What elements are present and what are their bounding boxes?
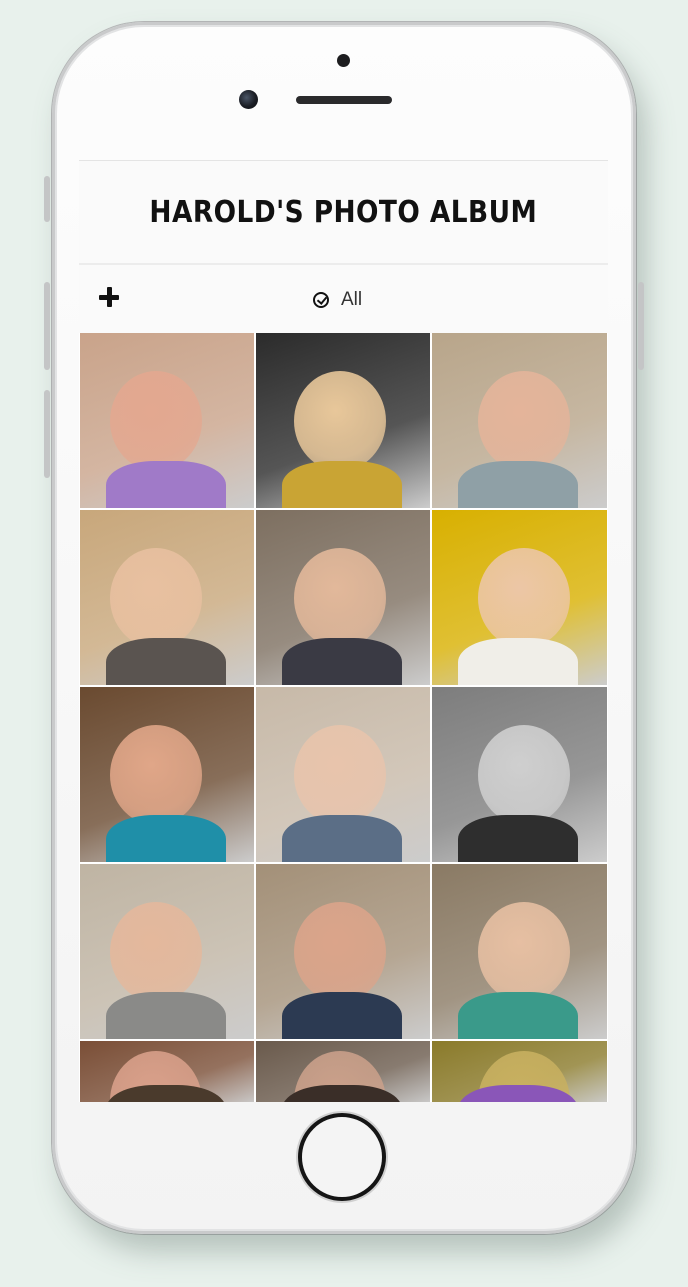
- photo-tile-baby-staring[interactable]: [256, 687, 430, 862]
- filter-all-button[interactable]: All: [313, 289, 362, 311]
- photo-subject: [478, 548, 570, 648]
- photo-detail: [458, 992, 578, 1039]
- photo-detail: [282, 992, 402, 1039]
- photo-detail: [458, 461, 578, 508]
- earpiece-speaker: [296, 96, 392, 104]
- photo-subject: [110, 371, 202, 471]
- photo-tile-partial-3[interactable]: [432, 1041, 607, 1102]
- photo-tile-three-women-bw[interactable]: [432, 687, 607, 862]
- photo-detail: [458, 815, 578, 862]
- photo-subject: [294, 902, 386, 1002]
- photo-detail: [106, 638, 226, 685]
- photo-tile-family-on-couch[interactable]: [432, 864, 607, 1039]
- photo-tile-woman-knit-hat[interactable]: [432, 510, 607, 685]
- photo-tile-baby-car-seat[interactable]: [256, 333, 430, 508]
- photo-subject: [294, 371, 386, 471]
- front-camera-icon: [239, 90, 258, 109]
- toolbar: All: [79, 265, 608, 333]
- photo-tile-grandfather[interactable]: [80, 687, 254, 862]
- photo-detail: [282, 638, 402, 685]
- check-circle-icon: [313, 292, 329, 308]
- app-screen: HAROLD'S PHOTO ALBUM All: [79, 160, 608, 1102]
- photo-tile-baby-closeup[interactable]: [432, 333, 607, 508]
- photo-subject: [478, 371, 570, 471]
- photo-detail: [458, 638, 578, 685]
- plus-icon[interactable]: [99, 287, 121, 309]
- photo-tile-mother-smiling[interactable]: [80, 510, 254, 685]
- photo-tile-man-with-baby-santa-hat[interactable]: [256, 864, 430, 1039]
- photo-subject: [294, 725, 386, 825]
- proximity-sensor: [337, 54, 350, 67]
- photo-tile-young-man-holding-baby[interactable]: [80, 864, 254, 1039]
- photo-subject: [110, 548, 202, 648]
- photo-tile-newborn-striped-hat[interactable]: [80, 333, 254, 508]
- photo-detail: [106, 815, 226, 862]
- photo-tile-partial-2[interactable]: [256, 1041, 430, 1102]
- photo-subject: [294, 548, 386, 648]
- page-title: HAROLD'S PHOTO ALBUM: [149, 194, 538, 230]
- volume-up-button: [44, 282, 50, 370]
- photo-subject: [478, 725, 570, 825]
- photo-tile-couple-with-baby[interactable]: [256, 510, 430, 685]
- home-button-icon[interactable]: [298, 1113, 386, 1201]
- title-bar: HAROLD'S PHOTO ALBUM: [79, 161, 608, 265]
- photo-grid: [79, 333, 608, 1102]
- photo-subject: [478, 902, 570, 1002]
- volume-down-button: [44, 390, 50, 478]
- photo-subject: [110, 902, 202, 1002]
- mute-switch: [44, 176, 50, 222]
- photo-detail: [282, 815, 402, 862]
- photo-tile-partial-1[interactable]: [80, 1041, 254, 1102]
- photo-detail: [106, 992, 226, 1039]
- power-button: [638, 282, 644, 370]
- photo-subject: [110, 725, 202, 825]
- photo-detail: [282, 461, 402, 508]
- filter-label: All: [341, 289, 363, 310]
- photo-detail: [106, 461, 226, 508]
